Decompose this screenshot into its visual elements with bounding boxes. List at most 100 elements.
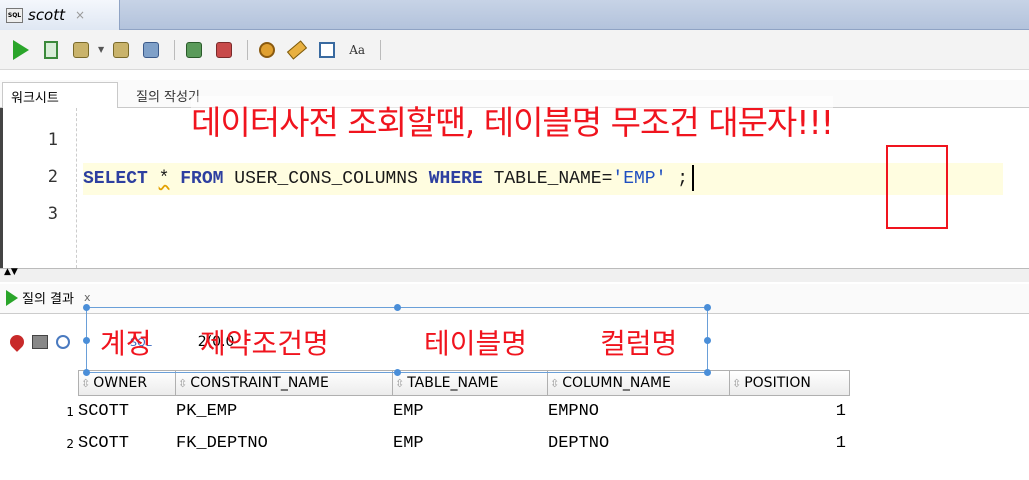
line-number: 3: [47, 204, 58, 224]
sort-icon: ⇳: [178, 377, 188, 390]
resize-handle[interactable]: [83, 369, 90, 376]
line-number: 1: [47, 130, 58, 150]
run-statement-icon: [13, 39, 29, 60]
resize-handle[interactable]: [394, 369, 401, 376]
commit-icon: [73, 41, 89, 58]
sort-icon: ⇳: [81, 377, 91, 390]
keyword-from: FROM: [180, 169, 224, 189]
column-header-owner[interactable]: ⇳ OWNER: [78, 370, 176, 396]
annotation-table: 테이블명: [424, 327, 528, 360]
gear-icon: [259, 41, 276, 58]
autotrace-button[interactable]: [138, 37, 164, 63]
run-script-button[interactable]: [38, 37, 64, 63]
cell-owner[interactable]: SCOTT: [78, 428, 176, 460]
cell-constraint-name[interactable]: FK_DEPTNO: [176, 428, 393, 460]
column-header-label: OWNER: [93, 375, 148, 391]
eraser-icon: [287, 39, 308, 60]
sql-file-icon: SQL: [6, 7, 23, 23]
resize-handle[interactable]: [83, 304, 90, 311]
keyword-select: SELECT: [83, 169, 148, 189]
grid-header: ⇳ OWNER ⇳ CONSTRAINT_NAME ⇳ TABLE_NAME ⇳ COL…: [78, 370, 850, 396]
resize-handle[interactable]: [83, 337, 90, 344]
run-statement-button[interactable]: [8, 37, 34, 63]
line-number: 2: [47, 167, 58, 187]
document-tab-label: scott: [28, 6, 66, 24]
cell-column-name[interactable]: DEPTNO: [548, 428, 730, 460]
sort-icon: ⇳: [395, 377, 405, 390]
to-upper-icon: Aa: [349, 42, 366, 57]
table-row[interactable]: 1 SCOTT PK_EMP EMP EMPNO 1: [0, 396, 850, 428]
sql-tuning-button[interactable]: [211, 37, 237, 63]
close-icon[interactable]: ×: [75, 8, 85, 22]
row-number: 1: [66, 405, 74, 419]
column-header-label: POSITION: [744, 375, 811, 391]
document-tab-scott[interactable]: SQL scott ×: [0, 0, 120, 30]
row-number: 2: [66, 437, 74, 451]
cell-column-name[interactable]: EMPNO: [548, 396, 730, 428]
tab-query-result[interactable]: 질의 결과 x: [6, 288, 91, 307]
statement-terminator: ;: [666, 169, 689, 189]
cell-table-name[interactable]: EMP: [393, 396, 548, 428]
run-script-icon: [44, 40, 58, 59]
autotrace-icon: [143, 41, 160, 58]
sql-tuning-icon: [216, 41, 233, 58]
column-header-table-name[interactable]: ⇳ TABLE_NAME: [393, 370, 548, 396]
pin-icon[interactable]: [7, 332, 27, 352]
history-button[interactable]: [314, 37, 340, 63]
toolbar-divider: [174, 39, 176, 60]
annotation-highlight-box: [886, 145, 948, 229]
annotation-owner: 계정: [100, 327, 152, 360]
chevron-down-icon[interactable]: ▼: [98, 45, 104, 54]
toolbar-divider: [247, 39, 249, 60]
toolbar-divider: [380, 39, 382, 60]
cell-position[interactable]: 1: [730, 396, 850, 428]
commit-button[interactable]: [68, 37, 94, 63]
panel-splitter[interactable]: ▲▼: [0, 268, 1029, 282]
column-header-label: CONSTRAINT_NAME: [190, 375, 329, 391]
annotation-column: 컬럼명: [600, 327, 678, 360]
history-icon: [319, 41, 336, 58]
sort-icon: ⇳: [732, 377, 742, 390]
rollback-button[interactable]: [108, 37, 134, 63]
collapse-arrows-icon[interactable]: ▲▼: [4, 268, 18, 277]
result-tab-label: 질의 결과: [22, 292, 74, 307]
resize-handle[interactable]: [704, 337, 711, 344]
worksheet-toolbar: ▼ Aa: [0, 30, 1029, 70]
tab-worksheet[interactable]: 워크시트: [2, 82, 118, 108]
column-header-label: TABLE_NAME: [407, 375, 499, 391]
rollback-icon: [113, 41, 130, 58]
refresh-icon[interactable]: [56, 335, 70, 349]
run-icon: [6, 289, 18, 306]
column-header-position[interactable]: ⇳ POSITION: [730, 370, 850, 396]
print-icon[interactable]: [32, 335, 48, 349]
document-tabbar: SQL scott ×: [0, 0, 1029, 30]
wildcard-star: *: [158, 169, 170, 189]
annotation-headline: 데이터사전 조회할땐, 테이블명 무조건 대문자!!!: [191, 96, 834, 144]
column-identifier: TABLE_NAME=: [493, 169, 613, 189]
annotation-constraint: 제약조건명: [200, 327, 329, 360]
string-literal: 'EMP': [612, 169, 667, 189]
close-icon[interactable]: x: [84, 291, 91, 304]
code-line-current[interactable]: SELECT * FROM USER_CONS_COLUMNS WHERE TA…: [83, 163, 1003, 195]
table-row[interactable]: 2 SCOTT FK_DEPTNO EMP DEPTNO 1: [0, 428, 850, 460]
clear-button[interactable]: [284, 37, 310, 63]
resize-handle[interactable]: [704, 304, 711, 311]
sql-monitor-button[interactable]: [254, 37, 280, 63]
column-header-column-name[interactable]: ⇳ COLUMN_NAME: [548, 370, 730, 396]
table-identifier: USER_CONS_COLUMNS: [234, 169, 418, 189]
sort-icon: ⇳: [550, 377, 560, 390]
resize-handle[interactable]: [704, 369, 711, 376]
cell-owner[interactable]: SCOTT: [78, 396, 176, 428]
resize-handle[interactable]: [394, 304, 401, 311]
explain-plan-button[interactable]: [181, 37, 207, 63]
text-cursor: [692, 165, 695, 192]
cell-constraint-name[interactable]: PK_EMP: [176, 396, 393, 428]
column-header-constraint-name[interactable]: ⇳ CONSTRAINT_NAME: [176, 370, 393, 396]
keyword-where: WHERE: [428, 169, 483, 189]
line-number-gutter: 1 2 3: [3, 108, 77, 268]
explain-plan-icon: [186, 41, 203, 58]
column-header-label: COLUMN_NAME: [562, 375, 671, 391]
to-upper-button[interactable]: Aa: [344, 37, 370, 63]
cell-table-name[interactable]: EMP: [393, 428, 548, 460]
cell-position[interactable]: 1: [730, 428, 850, 460]
